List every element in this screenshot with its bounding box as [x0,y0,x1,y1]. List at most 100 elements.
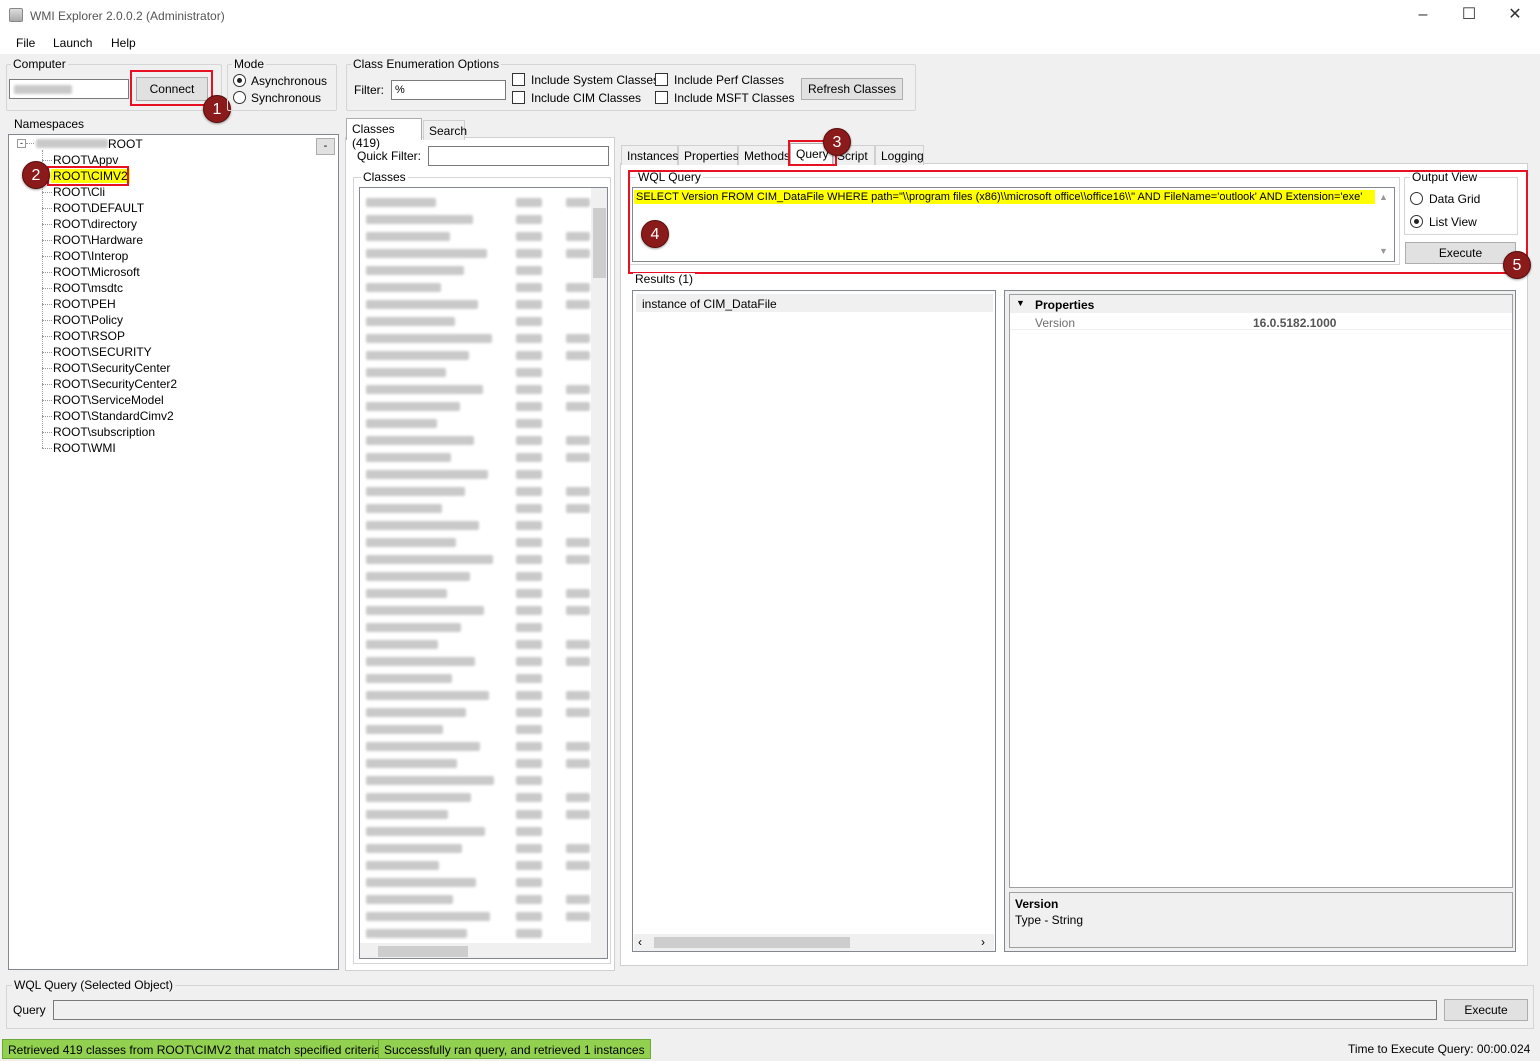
property-name: Version [1035,316,1076,330]
namespace-item[interactable]: ROOT\Appv [53,153,118,167]
tab-search[interactable]: Search [423,120,467,140]
bottom-query-label: Query [13,1003,46,1017]
namespace-item[interactable]: ROOT\ServiceModel [53,393,164,407]
include-system-label: Include System Classes [531,73,660,87]
results-list[interactable]: instance of CIM_DataFile ‹ › [632,290,996,952]
include-cim-label: Include CIM Classes [531,91,642,105]
window-title: WMI Explorer 2.0.0.2 (Administrator) [30,9,225,23]
namespace-item[interactable]: ROOT\msdtc [53,281,123,295]
chevron-down-icon[interactable]: ▼ [1379,246,1388,256]
namespace-item[interactable]: ROOT\DEFAULT [53,201,144,215]
wql-query-label: WQL Query [636,170,703,184]
results-hscroll[interactable]: ‹ › [634,934,994,951]
menu-file[interactable]: File [16,36,35,50]
namespace-item[interactable]: ROOT\RSOP [53,329,125,343]
namespace-item[interactable]: ROOT\Microsoft [53,265,140,279]
app-icon [9,8,23,22]
close-icon[interactable]: ✕ [1492,0,1538,32]
tree-collapse-icon[interactable]: - [17,139,26,148]
annotation-badge-3: 3 [823,128,851,156]
bottom-query-input[interactable] [53,1000,1437,1020]
radio-synchronous[interactable] [233,91,246,104]
property-desc-type: Type - String [1015,913,1084,927]
namespace-item[interactable]: ROOT\CIMV2 [51,169,130,183]
tab-methods[interactable]: Methods [738,145,790,165]
namespace-root[interactable]: ROOT [108,137,143,151]
property-row[interactable]: Version 16.0.5182.1000 [1010,314,1512,330]
tab-instances[interactable]: Instances [621,145,678,165]
results-label: Results (1) [633,272,696,286]
chevron-up-icon[interactable]: ▲ [1379,192,1388,202]
status-classes: Retrieved 419 classes from ROOT\CIMV2 th… [2,1039,391,1059]
computer-label: Computer [11,57,68,71]
namespace-item[interactable]: ROOT\Cli [53,185,105,199]
namespace-item[interactable]: ROOT\PEH [53,297,116,311]
tab-classes[interactable]: Classes (419) [346,118,422,150]
classes-vscroll[interactable] [591,188,607,944]
chevron-right-icon[interactable]: › [981,935,985,949]
classes-list[interactable] [359,187,608,959]
include-perf-label: Include Perf Classes [674,73,785,87]
result-item-row[interactable]: instance of CIM_DataFile [636,294,993,312]
property-desc-title: Version [1015,897,1059,911]
include-cim-checkbox[interactable] [512,91,525,104]
classes-label: Classes [361,170,408,184]
classes-hscroll[interactable] [360,943,607,958]
menu-launch[interactable]: Launch [53,36,92,50]
namespace-item[interactable]: ROOT\SecurityCenter2 [53,377,177,391]
namespace-item[interactable]: ROOT\WMI [53,441,116,455]
include-system-checkbox[interactable] [512,73,525,86]
quick-filter-label: Quick Filter: [357,149,422,163]
synchronous-label: Synchronous [251,91,322,105]
filter-input[interactable]: % [391,80,506,100]
namespace-item[interactable]: ROOT\Interop [53,249,128,263]
title-bar: WMI Explorer 2.0.0.2 (Administrator) – ☐… [0,0,1540,32]
maximize-icon[interactable]: ☐ [1446,0,1492,32]
namespaces-label: Namespaces [12,117,87,131]
status-time: Time to Execute Query: 00:00.024 [1348,1042,1531,1056]
include-perf-checkbox[interactable] [655,73,668,86]
bottom-execute-button[interactable]: Execute [1444,999,1528,1021]
properties-header: Properties [1035,298,1095,312]
collapse-box-icon[interactable]: - [316,138,335,155]
mode-label: Mode [232,57,267,71]
properties-category[interactable]: ▼ Properties [1010,295,1512,313]
wql-query-textarea[interactable]: SELECT Version FROM CIM_DataFile WHERE p… [632,187,1395,262]
radio-data-grid[interactable] [1410,192,1423,205]
connect-button[interactable]: Connect [136,77,208,101]
include-msft-checkbox[interactable] [655,91,668,104]
menu-help[interactable]: Help [111,36,136,50]
include-msft-label: Include MSFT Classes [674,91,795,105]
class-enum-label: Class Enumeration Options [351,57,502,71]
chevron-left-icon[interactable]: ‹ [638,935,642,949]
quick-filter-input[interactable] [428,146,609,166]
namespace-item[interactable]: ROOT\SecurityCenter [53,361,170,375]
namespace-item[interactable]: ROOT\directory [53,217,137,231]
annotation-badge-2: 2 [22,161,50,189]
result-item: instance of CIM_DataFile [642,297,777,311]
computer-input[interactable] [9,79,129,99]
list-view-label: List View [1429,215,1477,229]
radio-list-view[interactable] [1410,215,1423,228]
tab-logging[interactable]: Logging [875,145,924,165]
chevron-down-icon[interactable]: ▼ [1016,298,1025,308]
namespace-item[interactable]: ROOT\Policy [53,313,123,327]
wql-query-text: SELECT Version FROM CIM_DataFile WHERE p… [634,190,1376,204]
tab-properties[interactable]: Properties [678,145,739,165]
execute-query-button[interactable]: Execute [1405,242,1516,264]
bottom-wql-label: WQL Query (Selected Object) [12,978,175,992]
namespace-item[interactable]: ROOT\StandardCimv2 [53,409,174,423]
annotation-badge-4: 4 [641,220,669,248]
radio-asynchronous[interactable] [233,74,246,87]
refresh-classes-button[interactable]: Refresh Classes [801,78,903,100]
namespace-item[interactable]: ROOT\subscription [53,425,155,439]
filter-label: Filter: [354,83,384,97]
minimize-icon[interactable]: – [1400,0,1446,32]
namespace-item[interactable]: ROOT\Hardware [53,233,143,247]
namespace-item[interactable]: ROOT\SECURITY [53,345,152,359]
property-list[interactable]: ▼ Properties Version 16.0.5182.1000 [1009,294,1513,888]
annotation-badge-5: 5 [1503,251,1531,279]
asynchronous-label: Asynchronous [251,74,328,88]
menu-bar: File Launch Help [0,32,1540,54]
property-grid: ▼ Properties Version 16.0.5182.1000 Vers… [1004,290,1516,952]
